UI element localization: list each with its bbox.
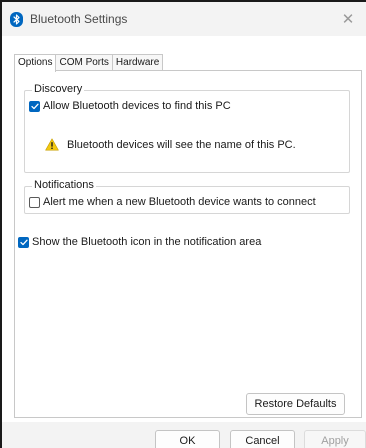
tab-options[interactable]: Options (14, 54, 57, 72)
window-title: Bluetooth Settings (30, 12, 128, 26)
tab-hardware[interactable]: Hardware (111, 54, 164, 71)
discovery-warning-text: Bluetooth devices will see the name of t… (67, 138, 296, 151)
dialog-footer: OK Cancel Apply (2, 422, 366, 448)
close-button[interactable]: ✕ (334, 6, 362, 32)
bluetooth-settings-dialog: Bluetooth Settings ✕ Options COM Ports H… (0, 0, 366, 448)
show-tray-icon-option[interactable]: Show the Bluetooth icon in the notificat… (18, 236, 261, 248)
allow-discovery-checkbox[interactable] (29, 100, 40, 112)
close-icon: ✕ (341, 11, 355, 28)
cancel-button[interactable]: Cancel (230, 430, 295, 448)
warning-icon (45, 138, 59, 151)
notifications-group: Notifications Alert me when a new Blueto… (24, 179, 350, 214)
alert-new-device-checkbox[interactable] (29, 196, 40, 208)
title-bar[interactable]: Bluetooth Settings ✕ (2, 2, 366, 36)
notifications-group-label: Notifications (32, 179, 96, 191)
apply-button[interactable]: Apply (304, 430, 366, 448)
discovery-group-label: Discovery (32, 83, 85, 95)
show-tray-icon-checkbox[interactable] (18, 236, 29, 248)
allow-discovery-option[interactable]: Allow Bluetooth devices to find this PC (29, 100, 231, 112)
checkmark-icon (19, 239, 28, 245)
checkmark-icon (30, 103, 39, 109)
restore-defaults-button[interactable]: Restore Defaults (246, 393, 345, 415)
bluetooth-icon (10, 12, 23, 27)
discovery-warning: Bluetooth devices will see the name of t… (45, 138, 296, 151)
options-panel: Discovery Allow Bluetooth devices to fin… (14, 70, 362, 418)
allow-discovery-label: Allow Bluetooth devices to find this PC (43, 100, 231, 112)
ok-button[interactable]: OK (155, 430, 220, 448)
show-tray-icon-label: Show the Bluetooth icon in the notificat… (32, 236, 262, 248)
tab-com-ports[interactable]: COM Ports (55, 54, 113, 71)
alert-new-device-option[interactable]: Alert me when a new Bluetooth device wan… (29, 196, 316, 208)
alert-new-device-label: Alert me when a new Bluetooth device wan… (43, 196, 316, 208)
discovery-group: Discovery Allow Bluetooth devices to fin… (24, 83, 350, 173)
tab-strip: Options COM Ports Hardware (14, 54, 164, 72)
